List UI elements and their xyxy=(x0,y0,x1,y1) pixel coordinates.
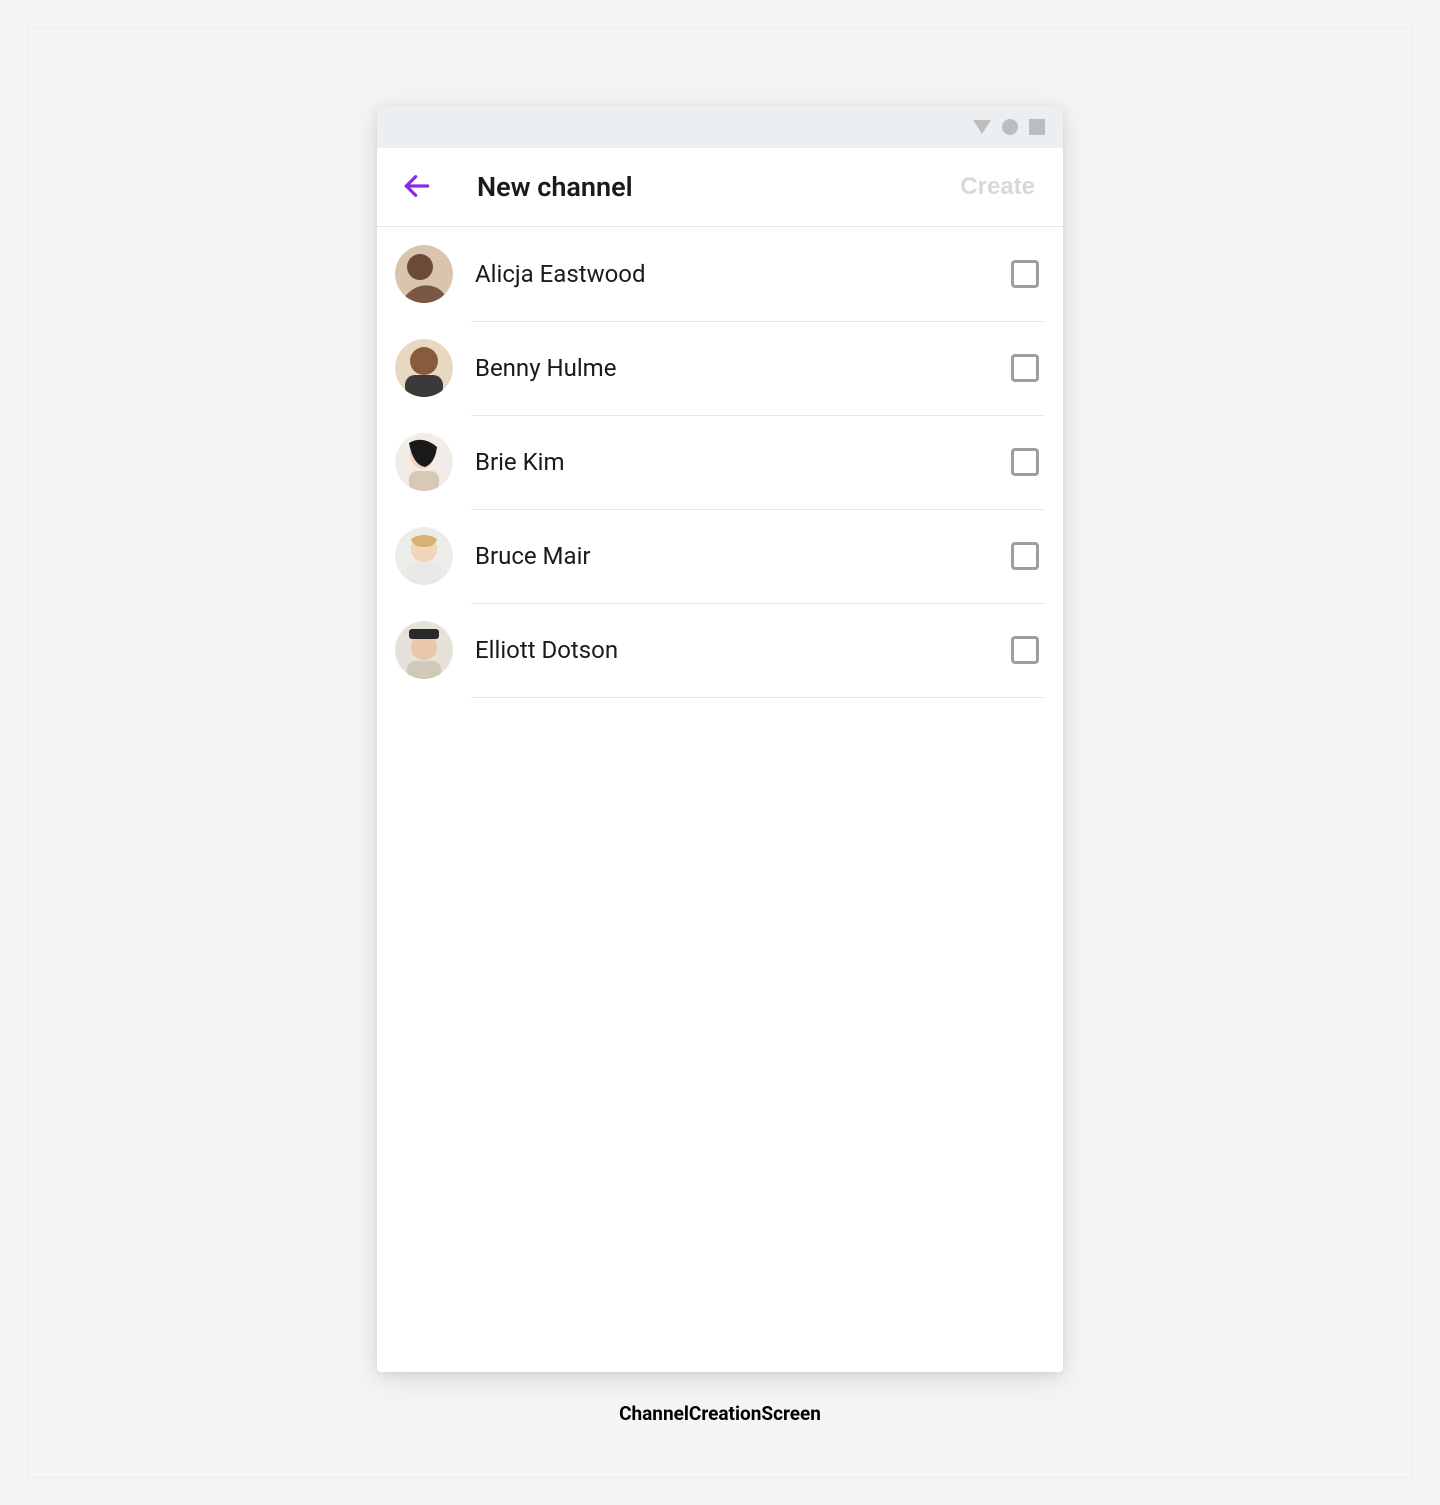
contact-list: Alicja Eastwood Benny Hulme Brie Kim xyxy=(377,227,1063,1372)
status-bar xyxy=(377,106,1063,148)
screen-caption: ChannelCreationScreen xyxy=(28,1402,1412,1425)
avatar xyxy=(395,433,453,491)
create-button[interactable]: Create xyxy=(960,173,1043,201)
app-bar: New channel Create xyxy=(377,148,1063,227)
contact-checkbox[interactable] xyxy=(1011,260,1039,288)
status-square-icon xyxy=(1029,119,1045,135)
contact-row[interactable]: Benny Hulme xyxy=(377,321,1063,415)
contact-name: Benny Hulme xyxy=(475,354,1011,382)
avatar xyxy=(395,527,453,585)
avatar xyxy=(395,621,453,679)
contact-row[interactable]: Bruce Mair xyxy=(377,509,1063,603)
back-button[interactable] xyxy=(397,167,437,207)
contact-name: Brie Kim xyxy=(475,448,1011,476)
contact-row[interactable]: Alicja Eastwood xyxy=(377,227,1063,321)
page-title: New channel xyxy=(477,171,960,203)
avatar xyxy=(395,245,453,303)
contact-checkbox[interactable] xyxy=(1011,354,1039,382)
page-border: New channel Create Alicja Eastwood Benny… xyxy=(27,27,1413,1478)
contact-row[interactable]: Elliott Dotson xyxy=(377,603,1063,697)
page-canvas: New channel Create Alicja Eastwood Benny… xyxy=(0,0,1440,1505)
contact-name: Elliott Dotson xyxy=(475,636,1011,664)
arrow-left-icon xyxy=(401,170,433,205)
contact-name: Alicja Eastwood xyxy=(475,260,1011,288)
contact-checkbox[interactable] xyxy=(1011,542,1039,570)
contact-name: Bruce Mair xyxy=(475,542,1011,570)
status-circle-icon xyxy=(1001,118,1019,136)
status-triangle-icon xyxy=(973,118,991,136)
contact-row[interactable]: Brie Kim xyxy=(377,415,1063,509)
avatar xyxy=(395,339,453,397)
device-frame: New channel Create Alicja Eastwood Benny… xyxy=(377,106,1063,1372)
contact-checkbox[interactable] xyxy=(1011,448,1039,476)
contact-checkbox[interactable] xyxy=(1011,636,1039,664)
